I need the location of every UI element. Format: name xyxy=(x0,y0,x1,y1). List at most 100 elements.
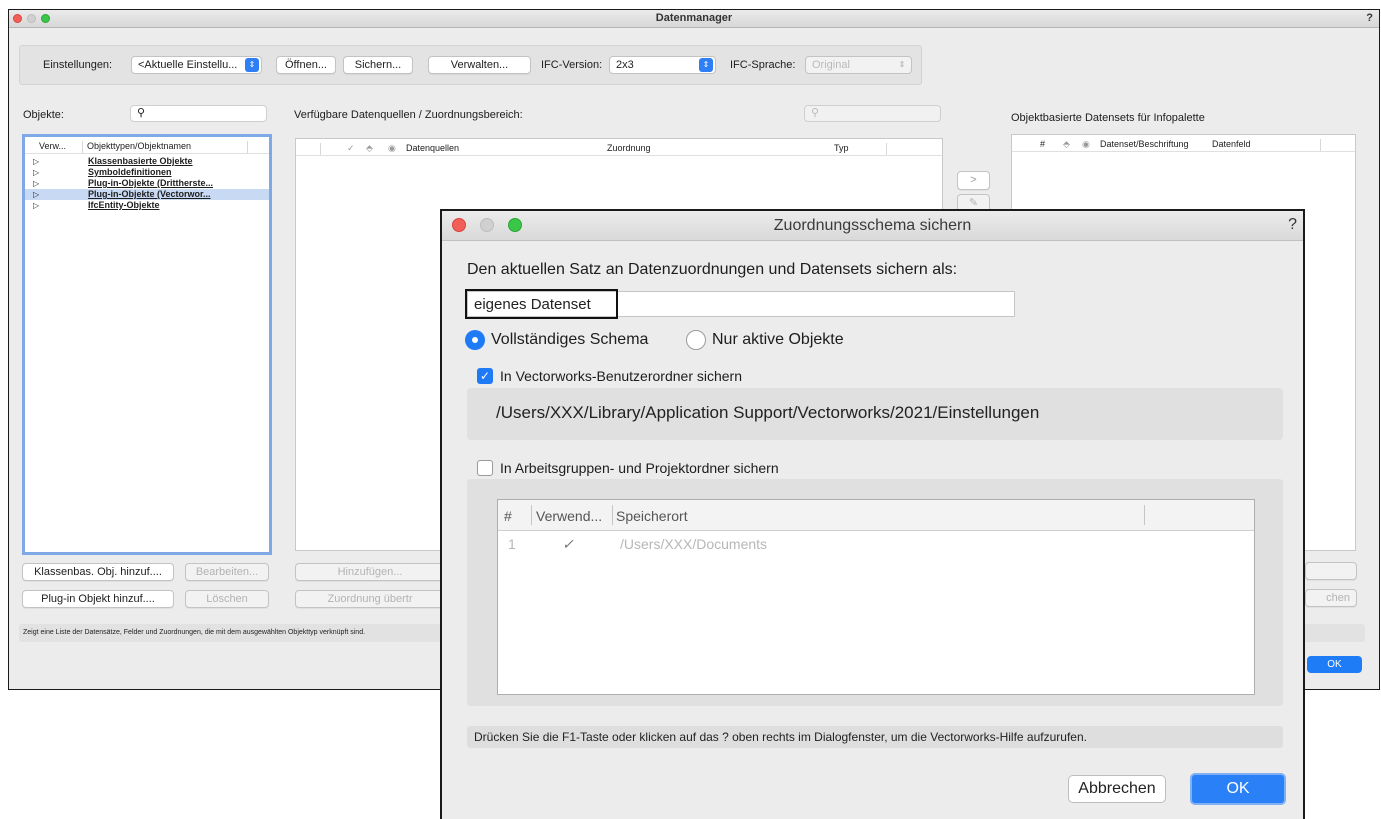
tree-row-name: IfcEntity-Objekte xyxy=(88,200,160,210)
transfer-mapping-button: Zuordnung übertr xyxy=(295,590,445,608)
user-folder-label: In Vectorworks-Benutzerordner sichern xyxy=(500,368,742,384)
search-icon: ⚲ xyxy=(811,107,820,119)
edit-button: Bearbeiten... xyxy=(185,563,269,581)
column-separator xyxy=(247,141,248,153)
row-location: /Users/XXX/Documents xyxy=(620,536,768,552)
column-separator xyxy=(612,505,613,525)
data-sources-header: ✓ ⬘ ◉ Datenquellen Zuordnung Typ xyxy=(296,139,942,156)
ifc-language-popup: Original ⇕ xyxy=(805,56,912,74)
tree-row-name: Plug-in-Objekte (Drittherste... xyxy=(88,178,214,188)
datasets-delete-button: chen xyxy=(1305,589,1357,607)
column-separator xyxy=(320,143,321,155)
add-button: Hinzufügen... xyxy=(295,563,445,581)
eye-column-icon: ◉ xyxy=(1082,139,1090,149)
workgroup-table[interactable]: # Verwend... Speicherort 1 ✓ /Users/XXX/… xyxy=(497,499,1255,695)
ok-button[interactable]: OK xyxy=(1190,773,1286,805)
save-prompt: Den aktuellen Satz an Datenzuordnungen u… xyxy=(467,261,958,278)
disclosure-triangle-icon[interactable]: ▷ xyxy=(33,156,39,167)
workgroup-panel: # Verwend... Speicherort 1 ✓ /Users/XXX/… xyxy=(467,479,1283,706)
add-plugin-object-button[interactable]: Plug-in Objekt hinzuf.... xyxy=(22,590,174,608)
highlight-box xyxy=(465,289,618,319)
objects-search-input[interactable]: ⚲ xyxy=(130,105,267,122)
radio-active-objects-label: Nur aktive Objekte xyxy=(712,331,844,348)
help-hint-text: Drücken Sie die F1-Taste oder klicken au… xyxy=(474,730,1087,744)
settings-label: Einstellungen: xyxy=(43,59,113,71)
cancel-button[interactable]: Abbrechen xyxy=(1068,775,1166,803)
check-column-icon: ✓ xyxy=(347,143,355,153)
tree-row-name: Klassenbasierte Objekte xyxy=(88,156,193,166)
col-number[interactable]: # xyxy=(504,508,512,524)
objects-label: Objekte: xyxy=(23,109,64,121)
radio-full-schema-label: Vollständiges Schema xyxy=(491,331,649,348)
objects-tree-header: Verw... Objekttypen/Objektnamen xyxy=(25,137,269,154)
checkmark-icon: ✓ xyxy=(562,536,574,552)
main-ok-button[interactable]: OK xyxy=(1307,656,1362,673)
help-icon[interactable]: ? xyxy=(1288,216,1297,234)
ifc-language-value: Original xyxy=(812,59,850,71)
ifc-version-value: 2x3 xyxy=(616,59,634,71)
settings-popup[interactable]: <Aktuelle Einstellu... ⇕ xyxy=(131,56,262,74)
window-title: Datenmanager xyxy=(655,12,733,24)
objects-tree[interactable]: Verw... Objekttypen/Objektnamen ▷ Klasse… xyxy=(22,134,272,555)
help-hint-bar: Drücken Sie die F1-Taste oder klicken au… xyxy=(467,726,1283,748)
col-data-field[interactable]: Datenfeld xyxy=(1212,139,1251,149)
disclosure-triangle-icon[interactable]: ▷ xyxy=(33,189,39,200)
col-dataset[interactable]: Datenset/Beschriftung xyxy=(1100,139,1189,149)
workgroup-label: In Arbeitsgruppen- und Projektordner sic… xyxy=(500,460,779,476)
user-folder-path-box: /Users/XXX/Library/Application Support/V… xyxy=(467,388,1283,440)
tree-row[interactable]: ▷ Plug-in-Objekte (Drittherste... xyxy=(25,178,269,189)
dialog-title: Zuordnungsschema sichern xyxy=(773,217,972,234)
move-right-button[interactable]: > xyxy=(957,171,990,190)
radio-active-objects[interactable] xyxy=(686,330,706,350)
disclosure-triangle-icon[interactable]: ▷ xyxy=(33,200,39,211)
save-mapping-dialog: Zuordnungsschema sichern ? Den aktuellen… xyxy=(440,209,1305,819)
ifc-version-label: IFC-Version: xyxy=(541,59,603,71)
ifc-version-popup[interactable]: 2x3 ⇕ xyxy=(609,56,716,74)
delete-button: Löschen xyxy=(185,590,269,608)
search-icon: ⚲ xyxy=(137,107,146,119)
user-folder-checkbox[interactable]: ✓ xyxy=(477,368,493,384)
sources-search-input: ⚲ xyxy=(804,105,941,122)
status-text: Zeigt eine Liste der Datensätze, Felder … xyxy=(23,629,366,636)
col-type[interactable]: Typ xyxy=(834,143,849,153)
tree-row[interactable]: ▷ Klassenbasierte Objekte xyxy=(25,156,269,167)
ifc-language-label: IFC-Sprache: xyxy=(730,59,796,71)
col-used[interactable]: Verw... xyxy=(39,141,66,151)
tree-row-name: Symboldefinitionen xyxy=(88,167,172,177)
eye-column-icon: ◉ xyxy=(388,143,396,153)
workgroup-checkbox[interactable] xyxy=(477,460,493,476)
col-used[interactable]: Verwend... xyxy=(536,508,602,524)
disclosure-triangle-icon[interactable]: ▷ xyxy=(33,167,39,178)
datasets-add-button xyxy=(1305,562,1357,580)
col-object-name[interactable]: Objekttypen/Objektnamen xyxy=(87,141,191,151)
radio-full-schema[interactable] xyxy=(465,330,485,350)
popup-arrows-icon: ⇕ xyxy=(245,58,259,72)
tree-row[interactable]: ▷ Symboldefinitionen xyxy=(25,167,269,178)
tag-column-icon: ⬘ xyxy=(366,143,373,153)
dialog-titlebar: Zuordnungsschema sichern ? xyxy=(442,211,1303,241)
workgroup-table-header: # Verwend... Speicherort xyxy=(498,500,1254,531)
tree-row-selected[interactable]: ▷ Plug-in-Objekte (Vectorwor... xyxy=(25,189,269,200)
window-titlebar: Datenmanager ? xyxy=(9,10,1379,28)
manage-button[interactable]: Verwalten... xyxy=(428,56,531,74)
open-button[interactable]: Öffnen... xyxy=(276,56,336,74)
sources-label: Verfügbare Datenquellen / Zuordnungsbere… xyxy=(294,109,523,121)
col-number[interactable]: # xyxy=(1040,139,1045,149)
col-data-sources[interactable]: Datenquellen xyxy=(406,143,459,153)
column-separator xyxy=(82,141,83,153)
popup-arrows-icon: ⇕ xyxy=(898,60,906,69)
save-button[interactable]: Sichern... xyxy=(343,56,413,74)
tag-column-icon: ⬘ xyxy=(1063,139,1070,149)
column-separator xyxy=(1144,505,1145,525)
col-mapping[interactable]: Zuordnung xyxy=(607,143,651,153)
add-class-object-button[interactable]: Klassenbas. Obj. hinzuf.... xyxy=(22,563,174,581)
tree-row[interactable]: ▷ IfcEntity-Objekte xyxy=(25,200,269,211)
column-separator xyxy=(1320,139,1321,151)
datasets-header: # ⬘ ◉ Datenset/Beschriftung Datenfeld xyxy=(1012,135,1355,152)
column-separator xyxy=(531,505,532,525)
settings-group: Einstellungen: <Aktuelle Einstellu... ⇕ … xyxy=(19,45,922,85)
row-number: 1 xyxy=(508,536,516,552)
disclosure-triangle-icon[interactable]: ▷ xyxy=(33,178,39,189)
help-icon[interactable]: ? xyxy=(1366,12,1373,24)
col-location[interactable]: Speicherort xyxy=(616,508,688,524)
